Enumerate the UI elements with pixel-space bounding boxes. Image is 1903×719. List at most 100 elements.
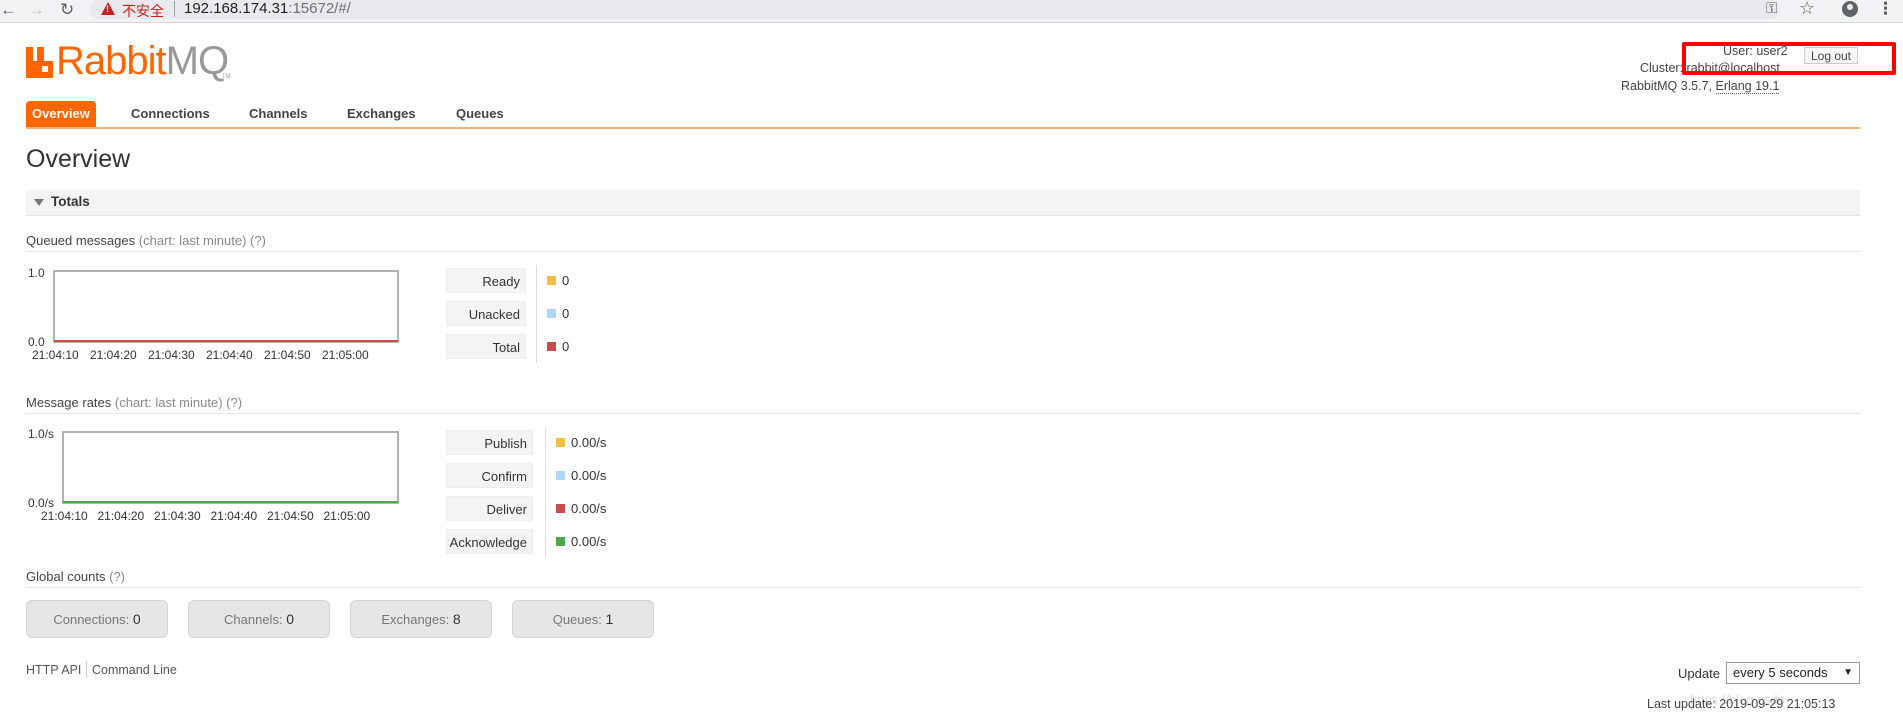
legend-value-unacked: 0 [562, 306, 570, 321]
annotation-highlight-box [1682, 42, 1896, 75]
chart-x-tick: 21:04:50 [264, 348, 311, 362]
warning-icon: ! [101, 2, 115, 15]
profile-icon[interactable] [1842, 1, 1858, 17]
chart-y-tick: 1.0/s [28, 427, 54, 441]
chart-x-ticks: 21:04:10 21:04:20 21:04:30 21:04:40 21:04:50… [32, 348, 369, 362]
triangle-down-icon [34, 199, 44, 206]
legend-label-unacked: Unacked [446, 301, 526, 326]
arrow-left-icon[interactable]: ← [0, 1, 17, 19]
legend-label-acknowledge: Acknowledge [446, 529, 533, 554]
queues-count-button[interactable]: Queues: 1 [512, 600, 654, 638]
legend-value-deliver: 0.00/s [571, 501, 607, 516]
http-api-link[interactable]: HTTP API [26, 663, 81, 677]
connections-count-button[interactable]: Connections: 0 [26, 600, 168, 638]
message-rates-heading: Message rates (chart: last minute) (?) [26, 395, 242, 410]
legend-label-deliver: Deliver [446, 496, 533, 521]
dropdown-arrow-icon: ▼ [1843, 667, 1853, 678]
rabbitmq-logo-mark-icon [26, 47, 53, 78]
chart-x-tick: 21:04:40 [211, 509, 258, 523]
queued-messages-help[interactable]: (?) [250, 233, 266, 248]
kebab-menu-icon[interactable]: ⋮ [1877, 0, 1894, 19]
global-counts-help[interactable]: (?) [109, 569, 125, 584]
logo-trademark: TM [222, 74, 231, 80]
footer-separator [86, 661, 87, 678]
chart-y-tick: 1.0 [28, 266, 45, 280]
chart-x-tick: 21:04:40 [206, 348, 253, 362]
arrow-right-icon[interactable]: → [28, 1, 45, 19]
legend-swatch-deliver [556, 504, 565, 513]
logo-word-mq: MQ [165, 39, 229, 83]
count-label: Channels: [224, 612, 283, 627]
chart-x-ticks: 21:04:10 21:04:20 21:04:30 21:04:40 21:04:50… [41, 509, 371, 523]
queued-messages-heading: Queued messages (chart: last minute) (?) [26, 233, 266, 248]
count-label: Connections: [53, 612, 130, 627]
chart-x-tick: 21:04:10 [41, 509, 88, 523]
tab-connections[interactable]: Connections [125, 101, 216, 127]
url-host: 192.168.174.31 [184, 0, 289, 17]
legend-separator [545, 428, 546, 557]
legend-label-ready: Ready [446, 268, 526, 293]
legend-label-total: Total [446, 334, 526, 359]
erlang-version: Erlang 19.1 [1715, 79, 1780, 94]
channels-count-button[interactable]: Channels: 0 [188, 600, 330, 638]
tab-channels[interactable]: Channels [243, 101, 314, 127]
key-icon[interactable]: ⚿ [1766, 0, 1777, 17]
legend-value-confirm: 0.00/s [571, 468, 607, 483]
message-rates-help[interactable]: (?) [226, 395, 242, 410]
chart-y-tick: 0.0/s [28, 496, 54, 510]
address-separator [174, 1, 175, 17]
totals-title: Totals [51, 194, 90, 209]
legend-swatch-confirm [556, 471, 565, 480]
queued-messages-rule [26, 251, 1860, 252]
logo-wordmark: RabbitMQ [56, 39, 229, 84]
insecure-label[interactable]: 不安全 [122, 1, 164, 21]
star-icon[interactable]: ☆ [1799, 0, 1815, 19]
update-interval-select[interactable]: every 5 seconds ▼ [1726, 662, 1860, 684]
chart-x-tick: 21:04:10 [32, 348, 79, 362]
legend-value-ready: 0 [562, 273, 570, 288]
command-line-link[interactable]: Command Line [92, 663, 177, 677]
queued-messages-title: Queued messages [26, 233, 136, 248]
chart-x-tick: 21:04:20 [98, 509, 145, 523]
update-label: Update [1678, 666, 1720, 681]
queued-messages-subtitle: (chart: last minute) [138, 233, 247, 248]
chart-plot-area [62, 431, 399, 504]
exchanges-count-button[interactable]: Exchanges: 8 [350, 600, 492, 638]
chart-x-tick: 21:04:30 [154, 509, 201, 523]
tab-overview[interactable]: Overview [26, 101, 96, 127]
legend-value-total: 0 [562, 339, 570, 354]
chart-x-tick: 21:04:30 [148, 348, 195, 362]
legend-value-publish: 0.00/s [571, 435, 607, 450]
legend-swatch-publish [556, 438, 565, 447]
url-path: :15672/#/ [288, 0, 351, 17]
tab-exchanges[interactable]: Exchanges [341, 101, 422, 127]
chart-x-tick: 21:04:20 [90, 348, 137, 362]
legend-swatch-acknowledge [556, 537, 565, 546]
update-interval-value: every 5 seconds [1733, 665, 1828, 680]
tab-queues[interactable]: Queues [450, 101, 510, 127]
version-info: RabbitMQ 3.5.7, Erlang 19.1 [1621, 79, 1780, 94]
global-counts-rule [26, 587, 1860, 588]
legend-separator [536, 265, 537, 363]
legend-label-confirm: Confirm [446, 463, 533, 488]
totals-section-header[interactable]: Totals [26, 190, 1860, 216]
global-counts-heading: Global counts (?) [26, 569, 125, 584]
logo-word-rabbit: Rabbit [56, 39, 167, 83]
global-counts-title: Global counts [26, 569, 106, 584]
legend-value-acknowledge: 0.00/s [571, 534, 607, 549]
message-rates-rule [26, 413, 1860, 414]
count-label: Queues: [552, 612, 602, 627]
count-value: 8 [452, 611, 461, 627]
legend-label-publish: Publish [446, 430, 533, 455]
rabbitmq-version: RabbitMQ 3.5.7, [1621, 79, 1716, 93]
legend-swatch-ready [547, 276, 556, 285]
message-rates-subtitle: (chart: last minute) [114, 395, 223, 410]
tab-underline [26, 127, 1860, 129]
url-text[interactable]: 192.168.174.31:15672/#/ [184, 0, 351, 17]
queued-messages-chart: 1.0 0.0 21:04:10 21:04:20 21:04:30 21:04:40… [28, 266, 399, 362]
page-title: Overview [26, 145, 131, 173]
reload-icon[interactable]: ↻ [60, 1, 74, 19]
browser-toolbar: ← → ↻ ! 不安全 192.168.174.31:15672/#/ ⚿ ☆ … [0, 0, 1903, 23]
chart-x-tick: 21:05:00 [324, 509, 371, 523]
message-rates-chart: 1.0/s 0.0/s 21:04:10 21:04:20 21:04:30 21:0… [28, 427, 399, 523]
